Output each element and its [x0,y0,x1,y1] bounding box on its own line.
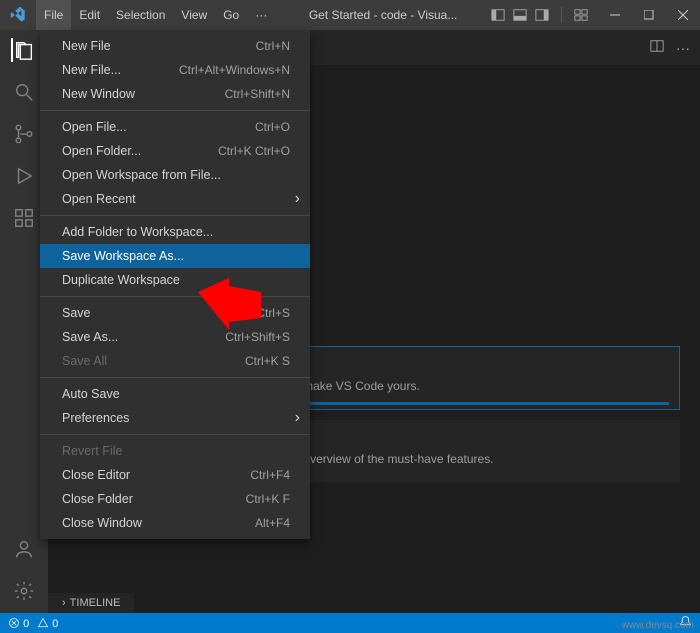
menu-item-save-all: Save All Ctrl+K S [40,349,310,373]
statusbar: 0 0 [0,613,700,633]
menu-item-label: Open Recent [62,192,136,206]
close-button[interactable] [666,0,700,30]
menu-item-label: New File... [62,63,121,77]
annotation-arrow-icon [195,278,265,330]
menu-shortcut: Ctrl+Shift+S [225,330,290,344]
menu-file[interactable]: File [36,0,71,30]
layout-grid-icon[interactable] [574,7,588,23]
more-icon[interactable]: ··· [676,40,690,56]
run-debug-icon[interactable] [12,164,36,188]
menu-item-label: New File [62,39,111,53]
menu-item-new-window[interactable]: New Window Ctrl+Shift+N [40,82,310,106]
account-icon[interactable] [12,537,36,561]
menu-go[interactable]: Go [215,0,247,30]
menu-item-save-workspace-as[interactable]: Save Workspace As... [40,244,310,268]
menu-item-open-recent[interactable]: Open Recent [40,187,310,211]
titlebar: FileEditSelectionViewGo··· Get Started -… [0,0,700,30]
search-icon[interactable] [12,80,36,104]
window-controls [598,0,700,30]
menu-shortcut: Ctrl+N [256,39,290,53]
menu-item-label: Auto Save [62,387,120,401]
file-menu-dropdown: New File Ctrl+N New File... Ctrl+Alt+Window… [40,30,310,539]
menu-item-label: Close Window [62,516,142,530]
settings-gear-icon[interactable] [12,579,36,603]
timeline-label: TIMELINE [70,597,121,609]
menu-item-close-window[interactable]: Close Window Alt+F4 [40,511,310,535]
menu-edit[interactable]: Edit [71,0,108,30]
menu-item-close-editor[interactable]: Close Editor Ctrl+F4 [40,463,310,487]
window-title: Get Started - code - Visua... [275,8,491,22]
panel-bottom-icon[interactable] [513,7,527,23]
menu-item-open-workspace-from-file[interactable]: Open Workspace from File... [40,163,310,187]
menu-item-label: New Window [62,87,135,101]
menu-item-save-as[interactable]: Save As... Ctrl+Shift+S [40,325,310,349]
menu-shortcut: Ctrl+O [255,120,290,134]
menu-item-label: Close Folder [62,492,133,506]
menu-shortcut: Ctrl+F4 [250,468,290,482]
menu-item-add-folder-to-workspace[interactable]: Add Folder to Workspace... [40,220,310,244]
menu-···[interactable]: ··· [247,0,275,30]
panel-right-icon[interactable] [535,7,549,23]
menu-item-label: Open Workspace from File... [62,168,221,182]
menu-shortcut: Alt+F4 [255,516,290,530]
menu-item-save[interactable]: SaveCtrl+S [40,301,310,325]
menu-item-open-file[interactable]: Open File... Ctrl+O [40,115,310,139]
menu-item-open-folder[interactable]: Open Folder... Ctrl+K Ctrl+O [40,139,310,163]
panel-left-icon[interactable] [491,7,505,23]
menu-shortcut: Ctrl+Shift+N [225,87,290,101]
extensions-icon[interactable] [12,206,36,230]
menu-item-label: Save Workspace As... [62,249,184,263]
menu-shortcut: Ctrl+K S [245,354,290,368]
minimize-button[interactable] [598,0,632,30]
maximize-button[interactable] [632,0,666,30]
vscode-logo-icon [0,7,36,23]
layout-controls [491,7,588,23]
watermark: www.devsq.com [622,620,694,631]
timeline-panel[interactable]: › TIMELINE [48,593,134,613]
menu-bar: FileEditSelectionViewGo··· [36,0,275,30]
menu-selection[interactable]: Selection [108,0,173,30]
menu-item-label: Save As... [62,330,118,344]
split-editor-icon[interactable] [650,39,664,56]
menu-item-label: Close Editor [62,468,130,482]
menu-shortcut: Ctrl+K F [246,492,290,506]
menu-shortcut: Ctrl+K Ctrl+O [218,144,290,158]
menu-item-label: Save [62,306,91,320]
menu-item-auto-save[interactable]: Auto Save [40,382,310,406]
menu-item-duplicate-workspace[interactable]: Duplicate Workspace [40,268,310,292]
source-control-icon[interactable] [12,122,36,146]
menu-item-close-folder[interactable]: Close Folder Ctrl+K F [40,487,310,511]
menu-item-label: Open Folder... [62,144,141,158]
menu-item-preferences[interactable]: Preferences [40,406,310,430]
menu-item-label: Add Folder to Workspace... [62,225,213,239]
menu-item-label: Open File... [62,120,127,134]
explorer-icon[interactable] [11,38,35,62]
chevron-right-icon: › [62,597,66,609]
error-count[interactable]: 0 [8,617,29,630]
menu-view[interactable]: View [173,0,215,30]
menu-item-label: Preferences [62,411,129,425]
menu-item-label: Revert File [62,444,122,458]
menu-shortcut: Ctrl+Alt+Windows+N [179,63,290,77]
menu-item-new-file[interactable]: New File Ctrl+N [40,34,310,58]
menu-item-label: Save All [62,354,107,368]
warning-count[interactable]: 0 [37,617,58,630]
menu-item-revert-file: Revert File [40,439,310,463]
menu-item-new-file[interactable]: New File... Ctrl+Alt+Windows+N [40,58,310,82]
menu-item-label: Duplicate Workspace [62,273,180,287]
